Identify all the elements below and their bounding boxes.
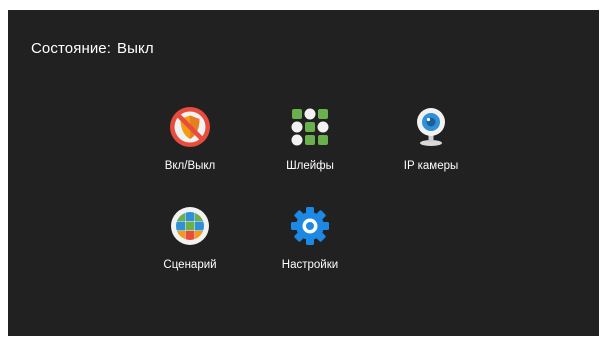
tile-settings[interactable]: Настройки [255,206,365,286]
tile-arm-toggle[interactable]: Вкл/Выкл [135,107,245,187]
tile-ip-cameras[interactable]: IP камеры [376,107,486,187]
tile-zones[interactable]: Шлейфы [255,107,365,187]
status-label: Состояние: [31,40,112,57]
gear-icon [290,206,330,246]
tile-scenario[interactable]: Сценарий [135,206,245,286]
webcam-icon [411,107,451,147]
tile-label: Сценарий [163,259,217,271]
scenario-grid-icon [170,206,210,246]
tile-label: Шлейфы [286,160,334,172]
tile-label: IP камеры [403,160,459,172]
status-line: Состояние: Выкл [31,40,154,57]
zones-grid-icon [290,107,330,147]
tile-label: Настройки [281,259,339,271]
main-screen: Состояние: Выкл Вкл/Выкл Шлейфы IP камер… [8,10,599,336]
shield-off-icon [170,107,210,147]
status-value: Выкл [117,40,154,57]
tile-label: Вкл/Выкл [164,160,216,172]
